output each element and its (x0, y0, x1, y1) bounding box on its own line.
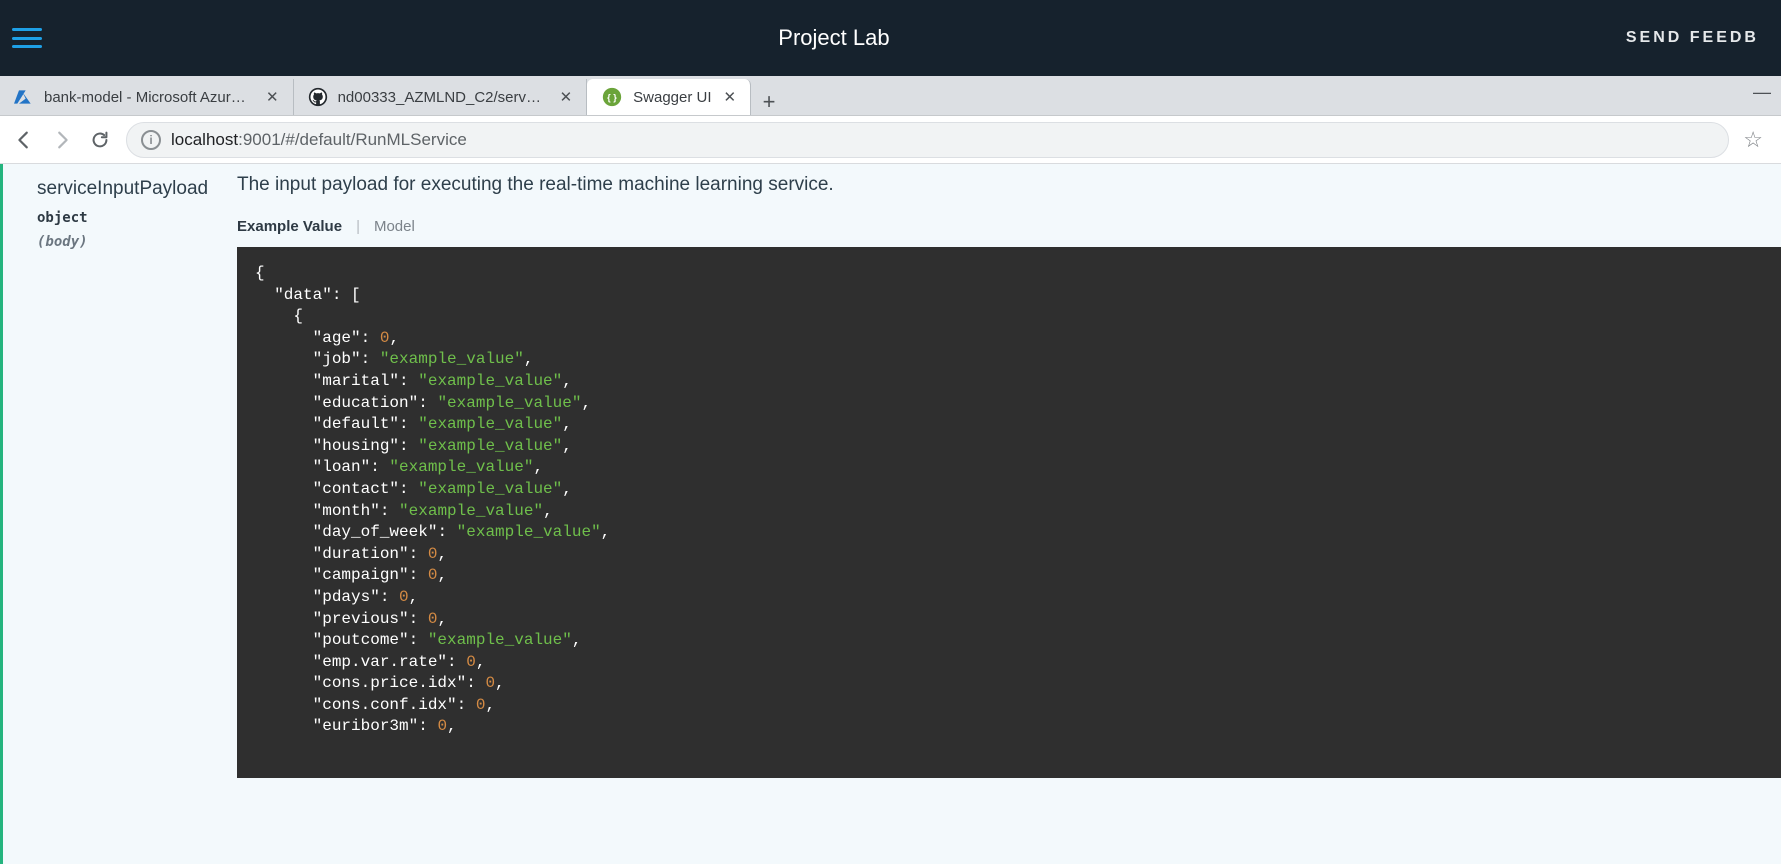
param-description: The input payload for executing the real… (237, 174, 1781, 196)
back-button[interactable] (12, 128, 36, 152)
reload-button[interactable] (88, 128, 112, 152)
param-type: object (37, 210, 237, 226)
param-in: (body) (37, 234, 237, 250)
app-topbar: Project Lab SEND FEEDB (0, 0, 1781, 76)
tab-title: Swagger UI (633, 89, 711, 106)
tab-title: bank-model - Microsoft Azure M (44, 89, 254, 106)
bookmark-button[interactable]: ☆ (1743, 127, 1769, 153)
address-field[interactable]: i localhost:9001/#/default/RunMLService (126, 122, 1729, 158)
browser-tab-swagger[interactable]: { } Swagger UI ✕ (587, 79, 751, 115)
window-controls: — (1753, 82, 1771, 103)
browser-tabstrip: bank-model - Microsoft Azure M ✕ nd00333… (0, 76, 1781, 116)
close-icon[interactable]: ✕ (722, 88, 739, 106)
svg-text:{ }: { } (607, 93, 617, 103)
azure-icon (14, 87, 34, 107)
param-body: The input payload for executing the real… (237, 172, 1781, 778)
swagger-page: serviceInputPayload object (body) The in… (0, 164, 1781, 864)
param-name: serviceInputPayload (37, 178, 237, 200)
tab-example-value[interactable]: Example Value (237, 218, 342, 235)
app-title: Project Lab (778, 25, 889, 51)
send-feedback-button[interactable]: SEND FEEDB (1626, 29, 1759, 47)
tab-model[interactable]: Model (374, 218, 415, 235)
swagger-icon: { } (601, 86, 623, 108)
github-icon (308, 87, 328, 107)
url-text: localhost:9001/#/default/RunMLService (171, 130, 467, 150)
param-meta: serviceInputPayload object (body) (37, 172, 237, 250)
close-icon[interactable]: ✕ (264, 88, 281, 106)
menu-button[interactable] (12, 26, 42, 50)
new-tab-button[interactable]: + (751, 89, 787, 115)
browser-addressbar: i localhost:9001/#/default/RunMLService … (0, 116, 1781, 164)
close-icon[interactable]: ✕ (558, 88, 575, 106)
browser-tab-azure[interactable]: bank-model - Microsoft Azure M ✕ (0, 79, 294, 115)
forward-button[interactable] (50, 128, 74, 152)
browser-tab-github[interactable]: nd00333_AZMLND_C2/serve.py a ✕ (294, 79, 588, 115)
param-row: serviceInputPayload object (body) The in… (37, 172, 1781, 778)
tab-title: nd00333_AZMLND_C2/serve.py a (338, 89, 548, 106)
site-info-icon[interactable]: i (141, 130, 161, 150)
example-value-block[interactable]: { "data": [ { "age": 0, "job": "example_… (237, 247, 1781, 778)
minimize-button[interactable]: — (1753, 82, 1771, 103)
example-model-switch: Example Value | Model (237, 218, 1781, 235)
